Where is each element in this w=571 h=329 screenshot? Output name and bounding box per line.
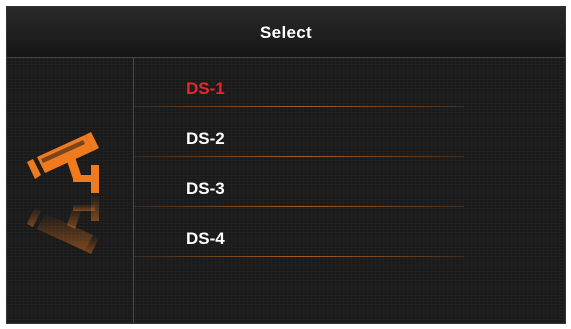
menu-item-label: DS-2 <box>186 129 225 148</box>
menu-item-divider <box>134 256 464 257</box>
cctv-camera-icon <box>27 132 99 254</box>
source-menu: DS-1 DS-2 DS-3 DS-4 <box>134 57 565 323</box>
page-title: Select <box>260 23 312 42</box>
menu-item-ds-2[interactable]: DS-2 <box>134 107 464 157</box>
select-screen: Select DS-1 DS-2 DS-3 DS-4 <box>6 6 566 324</box>
menu-item-ds-4[interactable]: DS-4 <box>134 207 464 257</box>
menu-item-label: DS-4 <box>186 229 225 248</box>
menu-item-ds-3[interactable]: DS-3 <box>134 157 464 207</box>
menu-item-label: DS-3 <box>186 179 225 198</box>
header-bar: Select <box>7 7 565 58</box>
menu-item-ds-1[interactable]: DS-1 <box>134 57 464 107</box>
menu-item-label: DS-1 <box>186 79 225 98</box>
